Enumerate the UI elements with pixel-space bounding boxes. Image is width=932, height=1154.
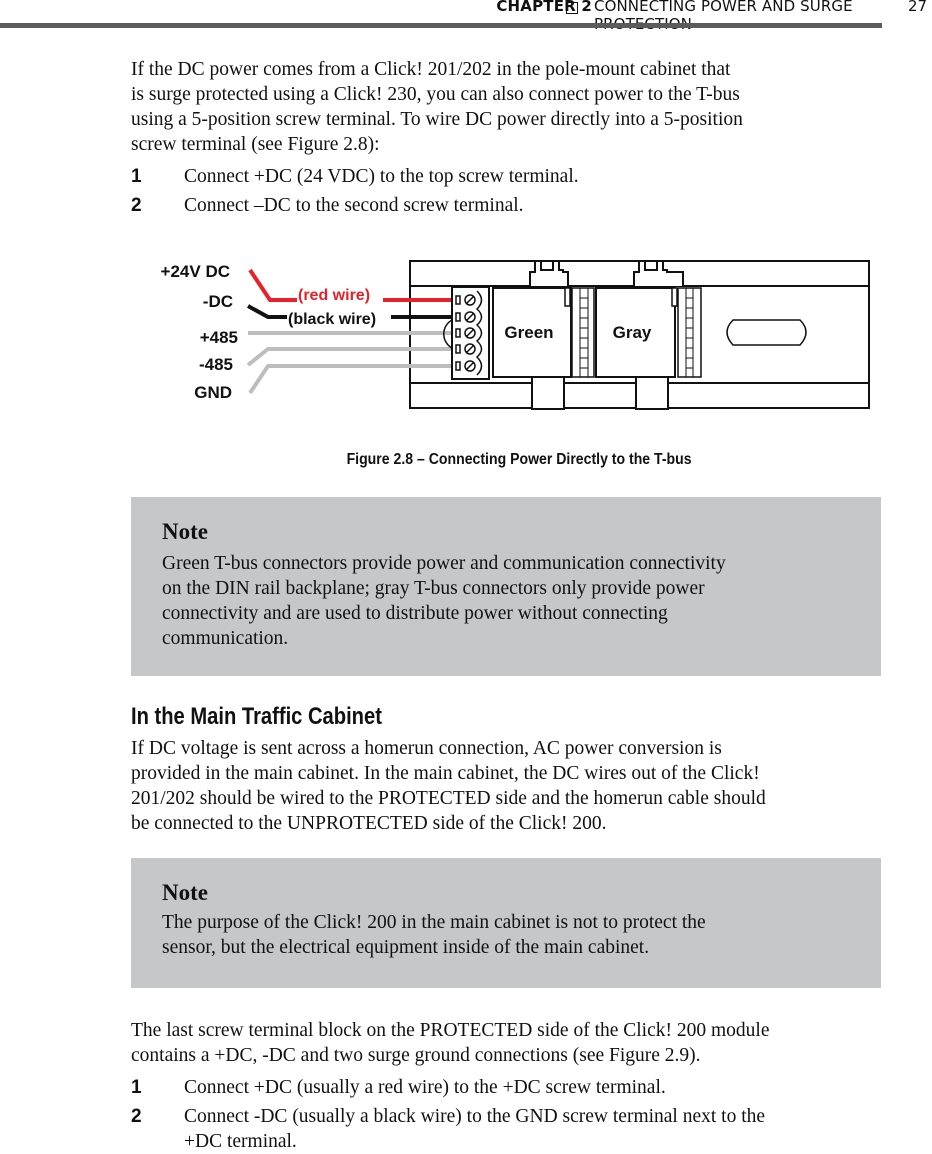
wire-label-gnd: GND	[194, 383, 232, 402]
wire-label-minus-485: -485	[199, 355, 233, 374]
din-rail-slot	[726, 319, 807, 346]
section-line: provided in the main cabinet. In the mai…	[131, 763, 760, 784]
step-number: 1	[131, 166, 142, 187]
note-line: The purpose of the Click! 200 in the mai…	[162, 912, 706, 933]
outro-line: contains a +DC, -DC and two surge ground…	[131, 1045, 701, 1066]
step-text: Connect -DC (usually a black wire) to th…	[184, 1106, 766, 1127]
outro-line: The last screw terminal block on the PRO…	[131, 1020, 770, 1041]
black-wire-label: (black wire)	[288, 311, 376, 328]
step-text-continued: +DC terminal.	[184, 1131, 297, 1152]
red-wire-label: (red wire)	[298, 287, 370, 304]
page-number: 27	[908, 0, 928, 15]
intro-line: If the DC power comes from a Click! 201/…	[131, 59, 731, 80]
intro-line: using a 5-position screw terminal. To wi…	[131, 109, 743, 130]
note-title: Note	[162, 519, 208, 544]
wire-label-minus-dc: -DC	[203, 292, 233, 311]
step-number: 2	[131, 1106, 142, 1127]
note-line: sensor, but the electrical equipment ins…	[162, 937, 650, 958]
section-line: be connected to the UNPROTECTED side of …	[131, 813, 607, 834]
intro-line: screw terminal (see Figure 2.8):	[131, 134, 380, 155]
note-line: on the DIN rail backplane; gray T-bus co…	[162, 578, 705, 599]
section-running-title: CONNECTING POWER AND SURGE PROTECTION	[594, 0, 853, 33]
note-line: connectivity and are used to distribute …	[162, 603, 668, 624]
step-text: Connect –DC to the second screw terminal…	[184, 195, 524, 216]
note-line: communication.	[162, 628, 289, 649]
step-text: Connect +DC (usually a red wire) to the …	[184, 1077, 666, 1098]
step-number: 1	[131, 1077, 142, 1098]
section-line: 201/202 should be wired to the PROTECTED…	[131, 788, 766, 809]
section-heading: In the Main Traffic Cabinet	[131, 703, 382, 730]
wire-label-24vdc: +24V DC	[161, 262, 230, 281]
section-line: If DC voltage is sent across a homerun c…	[131, 738, 722, 759]
green-module-label: Green	[504, 323, 553, 342]
note-box: Note The purpose of the Click! 200 in th…	[131, 858, 881, 988]
square-icon	[566, 2, 578, 14]
step-text: Connect +DC (24 VDC) to the top screw te…	[184, 166, 579, 187]
step-number: 2	[131, 195, 142, 216]
note-title: Note	[162, 880, 208, 905]
page-header: CHAPTER 2 CONNECTING POWER AND SURGE PRO…	[0, 0, 932, 33]
wiring-diagram: +24V DC -DC +485 -485 GND (red wire) (bl…	[161, 260, 870, 410]
intro-line: is surge protected using a Click! 230, y…	[131, 84, 740, 105]
header-rule	[0, 23, 882, 28]
note-line: Green T-bus connectors provide power and…	[162, 553, 726, 574]
figure-caption: Figure 2.8 – Connecting Power Directly t…	[346, 451, 692, 468]
wire-label-plus-485: +485	[200, 328, 238, 347]
gray-module-label: Gray	[613, 323, 652, 342]
note-box: Note Green T-bus connectors provide powe…	[131, 497, 881, 676]
